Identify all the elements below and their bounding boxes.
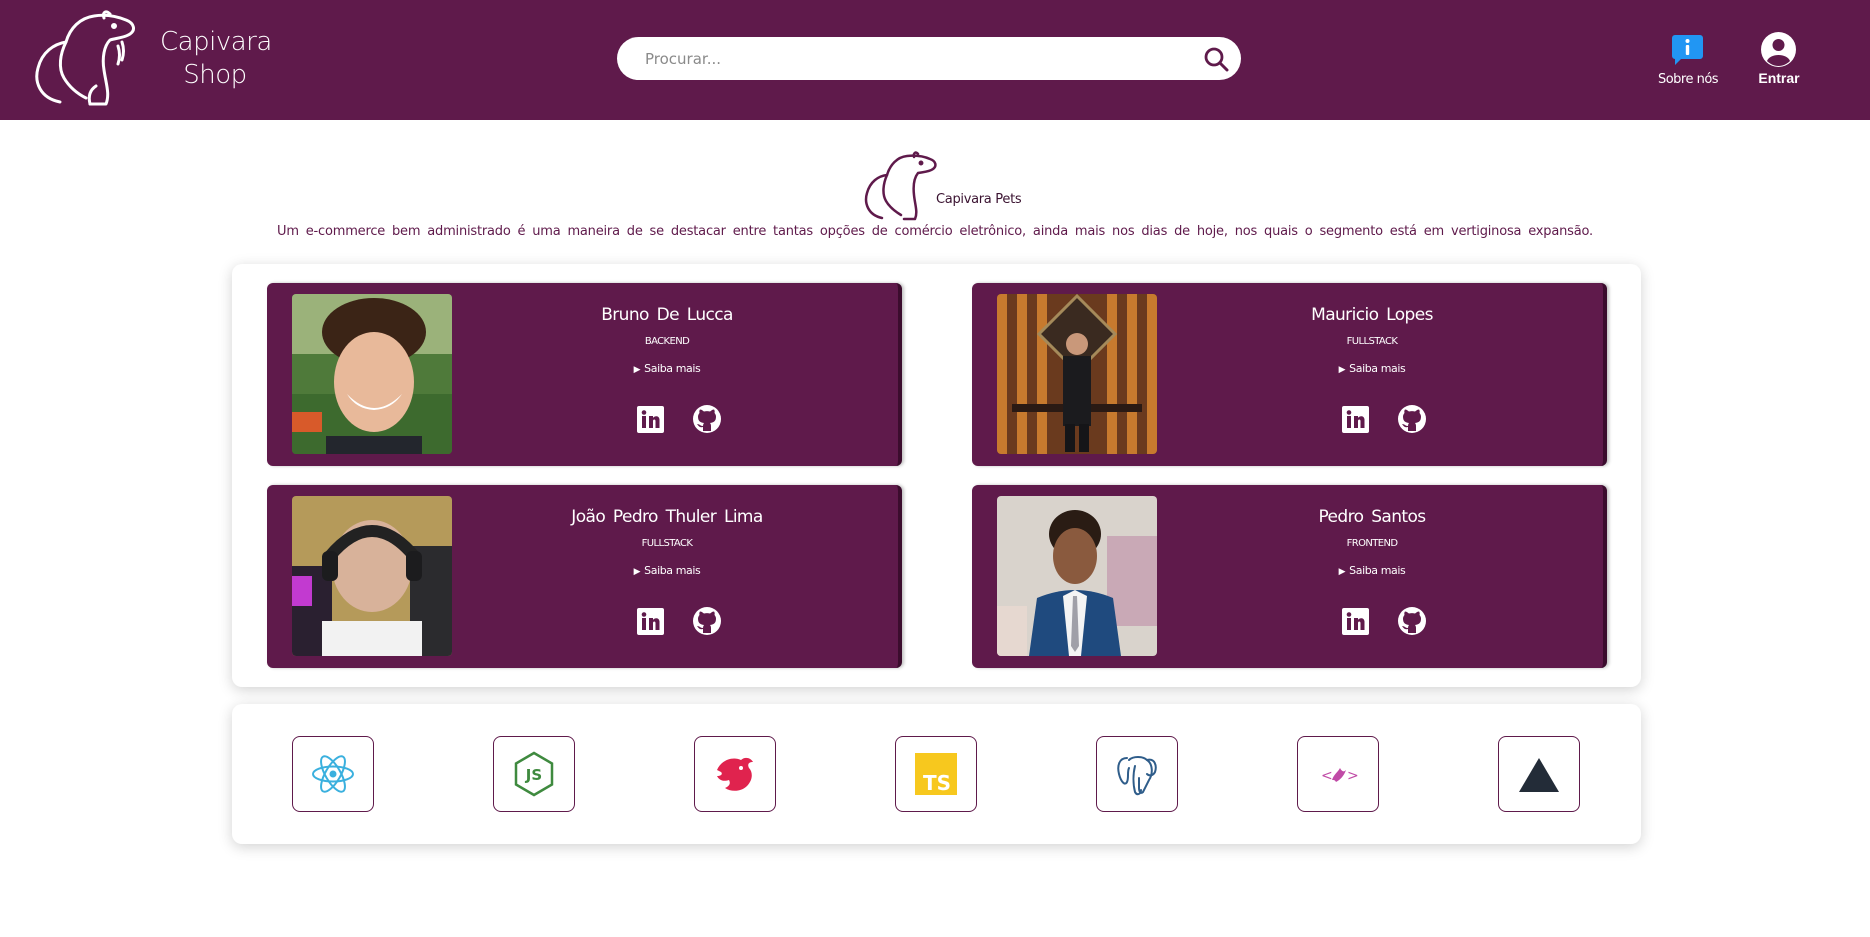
member-info: João Pedro Thuler Lima FULLSTACK ▶ Saiba … [467,485,867,668]
nodejs-icon: JS [514,751,554,797]
brand-name[interactable]: Capivara Shop [160,26,272,92]
see-more-link[interactable]: ▶ Saiba mais [467,362,867,375]
top-header: Capivara Shop Sobre nós Entrar [0,0,1870,120]
tech-card-styled-components[interactable]: < > [1297,736,1379,812]
social-links [1342,404,1462,438]
see-more-link[interactable]: ▶ Saiba mais [467,564,867,577]
play-triangle-icon: ▶ [1338,567,1346,577]
intro-description: Um e-commerce bem administrado é uma man… [277,224,1593,239]
member-photo [292,496,452,656]
search-icon[interactable] [1203,46,1229,72]
capybara-pets-logo-icon [864,151,937,221]
github-icon[interactable] [1397,404,1427,434]
typescript-icon: TS [915,753,957,795]
member-photo [997,294,1157,454]
brand-line-1: Capivara [160,27,272,57]
team-panel: Bruno De Lucca BACKEND ▶ Saiba mais Maur… [232,264,1641,687]
vercel-icon [1519,758,1559,792]
react-icon [312,755,354,793]
play-triangle-icon: ▶ [633,567,641,577]
team-card: Pedro Santos FRONTEND ▶ Saiba mais [972,485,1607,668]
styled-components-icon: < > [1321,768,1359,784]
team-card: Bruno De Lucca BACKEND ▶ Saiba mais [267,283,902,466]
see-more-link[interactable]: ▶ Saiba mais [1172,362,1572,375]
member-photo [292,294,452,454]
tech-card-typescript[interactable]: TS [895,736,977,812]
social-links [637,606,757,640]
see-more-label: Saiba mais [1349,362,1406,375]
github-icon[interactable] [692,404,722,434]
see-more-label: Saiba mais [644,564,701,577]
nestjs-icon [717,757,753,791]
tech-card-postgresql[interactable] [1096,736,1178,812]
intro-title: Capivara Pets [936,192,1022,207]
github-icon[interactable] [692,606,722,636]
postgresql-icon [1117,756,1157,796]
login-label: Entrar [1758,70,1800,86]
member-name: Bruno De Lucca [601,305,733,325]
team-card: João Pedro Thuler Lima FULLSTACK ▶ Saiba … [267,485,902,668]
member-info: Bruno De Lucca BACKEND ▶ Saiba mais [467,283,867,466]
tech-stack-panel: JS TS < > [232,704,1641,844]
about-us-link[interactable]: Sobre nós [1652,32,1724,88]
tech-card-vercel[interactable] [1498,736,1580,812]
tech-card-react[interactable] [292,736,374,812]
member-info: Pedro Santos FRONTEND ▶ Saiba mais [1172,485,1572,668]
linkedin-icon[interactable] [637,406,664,433]
social-links [1342,606,1462,640]
member-role: FULLSTACK [1346,336,1398,347]
search-bar [617,37,1241,80]
play-triangle-icon: ▶ [1338,365,1346,375]
member-name: Pedro Santos [1318,507,1426,527]
login-button[interactable]: Entrar [1754,31,1804,89]
member-info: Mauricio Lopes FULLSTACK ▶ Saiba mais [1172,283,1572,466]
member-role: BACKEND [644,336,690,347]
about-us-label: Sobre nós [1657,72,1719,87]
github-icon[interactable] [1397,606,1427,636]
svg-text:<: < [1321,768,1333,784]
svg-text:JS: JS [525,766,542,784]
user-avatar-icon [1761,32,1796,67]
social-links [637,404,757,438]
linkedin-icon[interactable] [1342,406,1369,433]
capybara-logo-icon[interactable] [30,6,138,110]
member-name: João Pedro Thuler Lima [571,507,763,527]
linkedin-icon[interactable] [637,608,664,635]
see-more-link[interactable]: ▶ Saiba mais [1172,564,1572,577]
brand-line-2: Shop [183,60,247,90]
member-name: Mauricio Lopes [1311,305,1433,325]
search-input[interactable] [645,37,1185,80]
tech-card-nestjs[interactable] [694,736,776,812]
team-card: Mauricio Lopes FULLSTACK ▶ Saiba mais [972,283,1607,466]
tech-card-nodejs[interactable]: JS [493,736,575,812]
linkedin-icon[interactable] [1342,608,1369,635]
member-photo [997,496,1157,656]
info-bubble-icon [1672,35,1703,65]
member-role: FRONTEND [1346,538,1398,549]
svg-text:>: > [1347,768,1359,784]
play-triangle-icon: ▶ [633,365,641,375]
see-more-label: Saiba mais [644,362,701,375]
see-more-label: Saiba mais [1349,564,1406,577]
member-role: FULLSTACK [641,538,693,549]
svg-text:TS: TS [923,771,951,795]
